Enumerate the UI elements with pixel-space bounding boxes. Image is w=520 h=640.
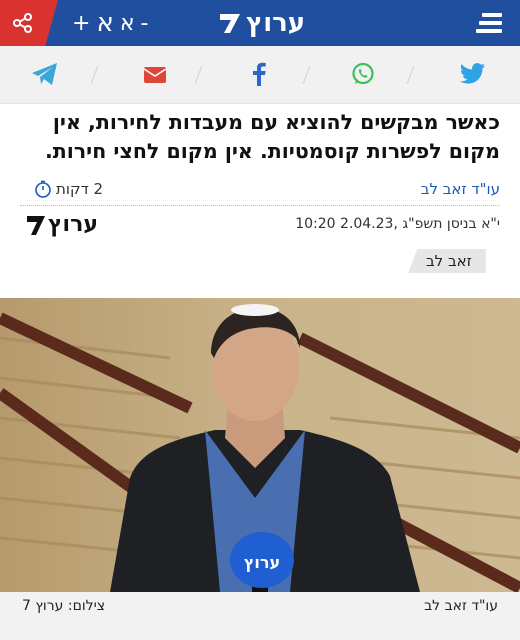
publish-date: י"א בניסן תשפ"ג ,2.04.23 10:20 bbox=[295, 216, 500, 232]
mic-label: ערוץ bbox=[244, 553, 280, 572]
font-decrease-button[interactable]: - bbox=[141, 11, 149, 36]
font-increase-button[interactable]: + bbox=[72, 11, 90, 36]
menu-icon bbox=[482, 13, 502, 17]
logo-text: ערוץ bbox=[246, 8, 306, 38]
font-large-glyph[interactable]: א bbox=[96, 8, 113, 38]
caption-author: עו"ד זאב לב bbox=[424, 598, 498, 614]
email-icon bbox=[143, 67, 167, 83]
share-twitter[interactable] bbox=[456, 57, 490, 91]
share-button[interactable] bbox=[0, 0, 58, 46]
publisher-logo: ערוץ bbox=[26, 212, 98, 237]
byline-row: עו"ד זאב לב 2 דקות bbox=[20, 176, 500, 204]
font-size-controls: + א א - bbox=[72, 0, 149, 46]
logo-seven-icon bbox=[27, 215, 45, 235]
site-logo[interactable]: ערוץ bbox=[218, 7, 305, 39]
whatsapp-icon bbox=[352, 62, 374, 85]
share-bar bbox=[0, 46, 520, 104]
share-whatsapp[interactable] bbox=[346, 57, 380, 91]
article-headline: כאשר מבקשים להוציא עם מעבדות לחירות, אין… bbox=[45, 110, 500, 163]
share-icon bbox=[13, 13, 32, 33]
article-photo-illustration: ערוץ bbox=[0, 298, 520, 592]
meta-row: ערוץ י"א בניסן תשפ"ג ,2.04.23 10:20 bbox=[20, 210, 500, 244]
share-email[interactable] bbox=[138, 57, 172, 91]
clock-icon bbox=[35, 180, 51, 198]
photo-caption: עו"ד זאב לב צילום: ערוץ 7 bbox=[0, 592, 520, 640]
font-small-glyph[interactable]: א bbox=[120, 11, 135, 36]
logo-seven-icon bbox=[220, 14, 240, 33]
telegram-icon bbox=[32, 63, 57, 85]
site-header: + א א - ערוץ bbox=[0, 0, 520, 46]
menu-button[interactable] bbox=[476, 13, 502, 33]
share-facebook[interactable] bbox=[242, 57, 276, 91]
author-link[interactable]: עו"ד זאב לב bbox=[421, 180, 500, 198]
facebook-icon bbox=[253, 62, 266, 86]
read-time: 2 דקות bbox=[34, 180, 103, 198]
divider bbox=[20, 205, 500, 206]
caption-credit: צילום: ערוץ 7 bbox=[22, 598, 106, 614]
publisher-logo-text: ערוץ bbox=[48, 212, 98, 237]
article-photo: ערוץ bbox=[0, 298, 520, 592]
read-time-label: 2 דקות bbox=[56, 180, 104, 198]
twitter-icon bbox=[460, 63, 485, 84]
share-telegram[interactable] bbox=[28, 57, 62, 91]
author-tag[interactable]: זאב לב bbox=[408, 249, 486, 273]
